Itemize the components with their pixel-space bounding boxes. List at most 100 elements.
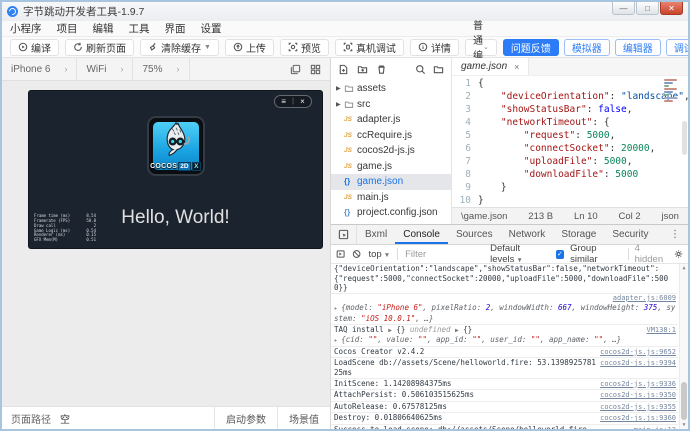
tree-item-cocos2d-js-js[interactable]: JS cocos2d-js.js: [331, 143, 451, 159]
settings-gear-icon[interactable]: [674, 249, 683, 259]
source-link[interactable]: VM138:1: [646, 326, 678, 336]
clear-console-icon[interactable]: [352, 249, 361, 259]
menu-item-4[interactable]: 界面: [165, 21, 186, 36]
line-number: 8: [465, 169, 471, 180]
devtools-tab-bxml[interactable]: Bxml: [357, 225, 395, 244]
simulator-button[interactable]: 模拟器: [563, 38, 610, 56]
new-file-icon[interactable]: [338, 64, 349, 75]
cocos-logo-text: COCOS 2D X: [149, 162, 203, 171]
line-number: 7: [465, 156, 471, 167]
code-area[interactable]: 1 2 3 4 5 6 7 8 9 10 { "deviceOrientation": "land…: [452, 76, 688, 207]
devtools-tab-storage[interactable]: Storage: [553, 225, 604, 244]
tree-item-project-config-json[interactable]: {} project.config.json: [331, 205, 451, 221]
tree-item-game-json[interactable]: {} game.json: [331, 174, 451, 190]
source-link[interactable]: main.js:13: [634, 426, 678, 429]
clear-cache-button[interactable]: 清除缓存 ▼: [140, 38, 219, 56]
tab-game-json[interactable]: game.json ×: [452, 58, 530, 75]
open-folder-icon[interactable]: [433, 64, 444, 75]
code-line: "networkTimeout": {: [500, 117, 610, 128]
chevron-right-icon: ›: [64, 64, 68, 74]
network-select[interactable]: WiFi ›: [77, 58, 134, 80]
console-entry: Destroy: 0.01806640625ms cocos2d-js.js:93…: [331, 413, 678, 425]
zoom-select[interactable]: 75% ›: [133, 58, 190, 80]
grid-icon[interactable]: [310, 64, 321, 75]
status-size: 213 B: [528, 210, 554, 222]
tree-item-main-js[interactable]: JS main.js: [331, 190, 451, 206]
scroll-up-icon[interactable]: ▲: [680, 265, 688, 271]
menu-item-2[interactable]: 编辑: [93, 21, 114, 36]
trash-icon[interactable]: [376, 64, 387, 75]
toolbar: 编译 刷新页面 清除缓存 ▼ 上传 预览 真机调试 详情 普通编译: [2, 21, 688, 77]
json-file-icon: {}: [344, 208, 351, 218]
menu-item-5[interactable]: 设置: [201, 21, 222, 36]
scroll-down-icon[interactable]: ▼: [680, 422, 688, 428]
toolbar-right-group: 问题反馈 模拟器 编辑器 调试器: [502, 38, 688, 56]
editor-button[interactable]: 编辑器: [614, 38, 661, 56]
source-link[interactable]: adapter.js:6009: [613, 294, 678, 304]
filter-input[interactable]: [405, 248, 484, 260]
source-link[interactable]: cocos2d-js.js:9336: [600, 380, 678, 390]
device-select[interactable]: iPhone 6 ›: [2, 58, 78, 80]
file-tree-list: ▶ assets ▶ src JS adapter.js JS ccRequire.js JS c…: [331, 80, 451, 224]
line-number: 10: [459, 195, 471, 206]
tree-item-game-js[interactable]: JS game.js: [331, 159, 451, 175]
tree-item-adapter-js[interactable]: JS adapter.js: [331, 112, 451, 128]
upload-icon: [233, 42, 243, 52]
devtools-tab-network[interactable]: Network: [501, 225, 554, 244]
tree-item-assets[interactable]: ▶ assets: [331, 81, 451, 97]
upload-button[interactable]: 上传: [224, 38, 274, 56]
compile-mode-select[interactable]: 普通编译 ⌄: [464, 21, 497, 77]
source-link[interactable]: cocos2d-js.js:9652: [600, 348, 678, 358]
feedback-button[interactable]: 问题反馈: [502, 38, 559, 56]
status-file: \game.json: [461, 210, 508, 222]
capsule-close-icon[interactable]: ×: [300, 97, 305, 106]
context-select[interactable]: top ▼: [369, 249, 391, 260]
maximize-button[interactable]: □: [636, 2, 659, 15]
editor-devtools-panel: ▶ assets ▶ src JS adapter.js JS ccRequire.js JS c…: [331, 58, 688, 429]
tree-caret-icon[interactable]: ▶: [336, 85, 344, 92]
menu-item-0[interactable]: 小程序: [10, 21, 42, 36]
inspect-element-button[interactable]: [331, 225, 357, 244]
console-log[interactable]: {"deviceOrientation":"landscape","showSt…: [331, 264, 688, 429]
source-link[interactable]: cocos2d-js.js:9360: [600, 414, 678, 424]
editor-scrollbar-thumb[interactable]: [682, 121, 687, 155]
menu-item-3[interactable]: 工具: [129, 21, 150, 36]
launch-params-button[interactable]: 启动参数: [214, 407, 277, 429]
preview-button[interactable]: 预览: [279, 38, 329, 56]
devtools-tab-console[interactable]: Console: [395, 225, 448, 244]
console-scrollbar[interactable]: ▲ ▼: [679, 264, 688, 429]
group-similar-checkbox[interactable]: ✓: [555, 249, 565, 259]
details-button[interactable]: 详情: [409, 38, 459, 56]
tree-item-src[interactable]: ▶ src: [331, 97, 451, 113]
file-tree-panel: ▶ assets ▶ src JS adapter.js JS ccRequire.js JS c…: [331, 58, 452, 224]
tree-item-label: project.config.json: [357, 207, 438, 219]
log-levels-select[interactable]: Default levels ▼: [490, 243, 550, 265]
devtools-panel: Bxml Console Sources Network Storage Security…: [331, 224, 688, 429]
minimize-button[interactable]: —: [612, 2, 635, 15]
refresh-page-button[interactable]: 刷新页面: [65, 38, 134, 56]
devtools-tab-sources[interactable]: Sources: [448, 225, 501, 244]
remote-debug-button[interactable]: 真机调试: [334, 38, 404, 56]
status-lang: json: [661, 210, 679, 222]
screenshot-icon[interactable]: [290, 64, 301, 75]
search-icon[interactable]: [415, 64, 426, 75]
close-button[interactable]: ✕: [660, 2, 683, 15]
compile-button[interactable]: 编译: [10, 38, 59, 56]
debugger-button[interactable]: 调试器: [665, 38, 688, 56]
source-link[interactable]: cocos2d-js.js:9350: [600, 391, 678, 401]
menu-item-1[interactable]: 项目: [57, 21, 78, 36]
tree-caret-icon[interactable]: ▶: [336, 101, 344, 108]
capsule-menu-icon[interactable]: ≡: [281, 97, 286, 106]
more-menu-icon[interactable]: ⋮: [662, 225, 688, 244]
new-folder-icon[interactable]: [357, 64, 368, 75]
tree-item-ccRequire-js[interactable]: JS ccRequire.js: [331, 128, 451, 144]
phone-screen[interactable]: ≡ | × COCOS 2D X Hello, World! Frame tim…: [29, 91, 322, 248]
devtools-tab-security[interactable]: Security: [604, 225, 656, 244]
code-line: "uploadFile": 5000,: [523, 156, 633, 167]
tab-close-icon[interactable]: ×: [514, 62, 519, 72]
source-link[interactable]: cocos2d-js.js:9394: [600, 359, 678, 369]
console-sidebar-icon[interactable]: [336, 249, 345, 259]
source-link[interactable]: cocos2d-js.js:9355: [600, 403, 678, 413]
scene-value-button[interactable]: 场景值: [277, 407, 330, 429]
console-scrollbar-thumb[interactable]: [681, 382, 687, 420]
